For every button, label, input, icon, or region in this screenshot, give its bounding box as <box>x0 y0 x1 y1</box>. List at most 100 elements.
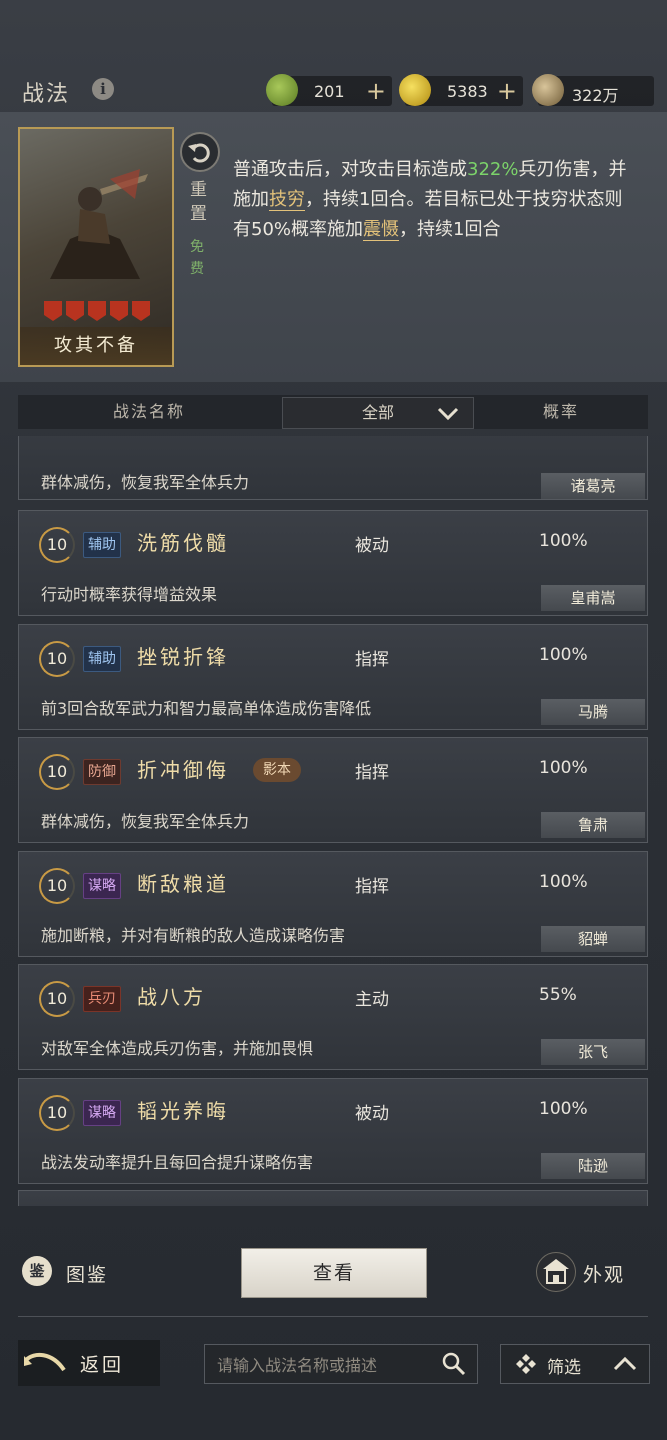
resource-copper: 322万 <box>532 74 654 106</box>
gold-coin-icon <box>399 74 431 106</box>
view-button[interactable]: 查看 <box>241 1248 427 1298</box>
level-badge: 10 <box>39 527 75 563</box>
skill-list[interactable]: 群体减伤，恢复我军全体兵力 诸葛亮 10 辅助 洗筋伐髓 被动 100% 行动时概率获得增… <box>18 436 648 1206</box>
skill-type: 主动 <box>355 990 389 1011</box>
skill-rate: 100% <box>539 871 588 892</box>
appearance-icon[interactable] <box>536 1252 576 1292</box>
back-arrow-icon <box>24 1352 66 1372</box>
desc-text: ，持续1回合 <box>399 219 501 240</box>
category-dropdown[interactable]: 全部 <box>282 397 474 429</box>
list-item[interactable]: 10 谋略 韬光养晦 被动 100% 战法发动率提升且每回合提升谋略伤害 陆逊 <box>18 1078 648 1184</box>
dropdown-value: 全部 <box>361 403 394 422</box>
skill-description: 普通攻击后，对攻击目标造成322%兵刃伤害，并施加技穷，持续1回合。若目标已处于… <box>233 155 633 245</box>
page-title: 战法 <box>22 82 71 107</box>
damage-percent: 322% <box>467 159 519 180</box>
list-item[interactable] <box>18 1190 648 1206</box>
resource-gold: 5383 + <box>399 74 523 106</box>
category-tag: 谋略 <box>83 1100 121 1126</box>
star-rank <box>44 301 150 321</box>
jade-value: 201 <box>314 82 345 101</box>
level-badge: 10 <box>39 754 75 791</box>
skill-type: 指挥 <box>355 649 389 670</box>
appearance-label[interactable]: 外观 <box>583 1260 625 1287</box>
skill-rate: 100% <box>539 644 588 665</box>
copper-value: 322万 <box>572 86 619 105</box>
reset-label[interactable]: 重置 <box>190 178 210 226</box>
skill-rate: 100% <box>539 758 588 779</box>
desc-text: 普通攻击后，对攻击目标造成 <box>233 159 467 180</box>
general-name: 马腾 <box>541 698 645 725</box>
keyword-link[interactable]: 震慑 <box>363 219 400 241</box>
free-label: 免费 <box>190 239 204 277</box>
skill-rate: 100% <box>539 531 588 551</box>
shadow-badge: 影本 <box>253 758 301 783</box>
search-icon[interactable] <box>441 1351 467 1377</box>
skill-name: 韬光养晦 <box>137 1099 229 1123</box>
level-badge: 10 <box>39 1095 75 1131</box>
card-name: 攻其不备 <box>20 327 172 365</box>
list-header: 战法名称 全部 概率 <box>18 395 648 429</box>
gold-plus-button[interactable]: + <box>497 76 517 106</box>
skill-name: 战八方 <box>137 985 206 1010</box>
rank-icon <box>66 301 84 321</box>
column-skill-name: 战法名称 <box>112 402 185 421</box>
list-item[interactable]: 10 防御 折冲御侮 影本 指挥 100% 群体减伤，恢复我军全体兵力 鲁肃 <box>18 737 648 844</box>
level-badge: 10 <box>39 640 75 677</box>
pavilion-icon <box>543 1259 569 1284</box>
resource-jade: 201 + <box>266 74 392 106</box>
rank-icon <box>88 301 106 321</box>
skill-desc: 群体减伤，恢复我军全体兵力 <box>41 812 250 832</box>
category-tag: 防御 <box>83 759 121 786</box>
skill-type: 指挥 <box>355 876 389 897</box>
category-tag: 兵刃 <box>83 986 121 1013</box>
reset-button[interactable] <box>180 132 220 172</box>
general-name: 鲁肃 <box>541 812 645 839</box>
back-label[interactable]: 返回 <box>80 1350 124 1377</box>
search-input[interactable] <box>215 1345 439 1385</box>
category-tag: 谋略 <box>83 872 121 899</box>
copper-coin-icon <box>532 74 564 106</box>
skill-rate: 100% <box>539 1099 588 1119</box>
general-name: 皇甫嵩 <box>541 585 645 611</box>
diamond-grid-icon <box>516 1354 536 1374</box>
level-badge: 10 <box>39 981 75 1018</box>
search-box[interactable] <box>204 1344 478 1385</box>
rank-icon <box>132 301 150 321</box>
list-item[interactable]: 10 辅助 洗筋伐髓 被动 100% 行动时概率获得增益效果 皇甫嵩 <box>18 510 648 616</box>
category-tag: 辅助 <box>83 645 121 672</box>
list-item[interactable]: 10 兵刃 战八方 主动 55% 对敌军全体造成兵刃伤害，并施加畏惧 张飞 <box>18 964 648 1071</box>
rank-icon <box>110 301 128 321</box>
skill-desc: 行动时概率获得增益效果 <box>41 585 218 604</box>
column-rate: 概率 <box>542 402 579 421</box>
skill-desc: 战法发动率提升且每回合提升谋略伤害 <box>41 1153 314 1172</box>
info-icon[interactable]: i <box>92 78 114 100</box>
keyword-link[interactable]: 技穷 <box>269 189 305 211</box>
general-name: 张飞 <box>541 1039 645 1066</box>
skill-name: 挫锐折锋 <box>137 644 229 669</box>
list-item[interactable]: 10 辅助 挫锐折锋 指挥 100% 前3回合敌军武力和智力最高单体造成伤害降低 马腾 <box>18 623 648 730</box>
skill-rate: 55% <box>539 985 577 1006</box>
skill-name: 断敌粮道 <box>137 871 229 896</box>
skill-type: 被动 <box>355 536 389 556</box>
jade-coin-icon <box>266 74 298 106</box>
jade-plus-button[interactable]: + <box>366 76 386 106</box>
atlas-icon[interactable]: 鉴 <box>22 1256 52 1286</box>
filter-label: 筛选 <box>547 1358 581 1378</box>
skill-name: 洗筋伐髓 <box>137 531 229 555</box>
general-name: 陆逊 <box>541 1153 645 1179</box>
rank-icon <box>44 301 62 321</box>
skill-desc: 群体减伤，恢复我军全体兵力 <box>41 473 250 492</box>
atlas-label[interactable]: 图鉴 <box>66 1260 108 1287</box>
filter-button[interactable]: 筛选 <box>500 1344 650 1384</box>
chevron-down-icon <box>437 407 459 421</box>
list-item[interactable]: 10 谋略 断敌粮道 指挥 100% 施加断粮，并对有断粮的敌人造成谋略伤害 貂蝉 <box>18 850 648 957</box>
skill-type: 指挥 <box>355 763 389 784</box>
undo-icon <box>188 143 210 163</box>
list-item[interactable]: 群体减伤，恢复我军全体兵力 诸葛亮 <box>18 436 648 500</box>
gold-value: 5383 <box>447 82 488 101</box>
skill-card[interactable]: 攻其不备 <box>18 127 174 367</box>
skill-name: 折冲御侮 <box>137 758 229 783</box>
general-name: 诸葛亮 <box>541 473 645 499</box>
skill-desc: 前3回合敌军武力和智力最高单体造成伤害降低 <box>41 698 372 718</box>
divider <box>18 1316 648 1317</box>
